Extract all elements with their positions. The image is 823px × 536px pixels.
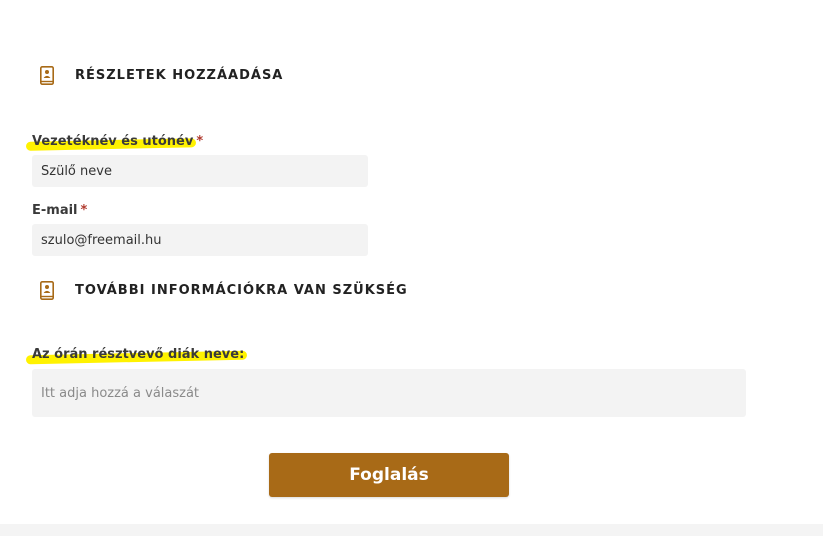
name-label-text: Vezetéknév és utónév (32, 134, 194, 149)
section-title: RÉSZLETEK HOZZÁADÁSA (75, 68, 284, 83)
required-mark: * (80, 203, 88, 218)
email-field-label: E-mail * (32, 203, 87, 218)
booking-form-page: RÉSZLETEK HOZZÁADÁSA Vezetéknév és utóné… (0, 0, 823, 536)
required-mark: * (196, 134, 204, 149)
contact-book-icon (40, 66, 54, 85)
section-title: TOVÁBBI INFORMÁCIÓKRA VAN SZÜKSÉG (75, 283, 408, 298)
student-name-input[interactable]: Itt adja hozzá a válaszát (32, 369, 746, 417)
email-input[interactable]: szulo@freemail.hu (32, 224, 368, 256)
student-label-text: Az órán résztvevő diák neve: (32, 347, 245, 362)
name-input[interactable]: Szülő neve (32, 155, 368, 187)
section-header-details: RÉSZLETEK HOZZÁADÁSA (40, 66, 283, 85)
section-header-additional-info: TOVÁBBI INFORMÁCIÓKRA VAN SZÜKSÉG (40, 281, 408, 300)
name-input-value: Szülő neve (41, 163, 112, 179)
footer-divider (0, 524, 823, 536)
student-field-label: Az órán résztvevő diák neve: (32, 347, 244, 362)
student-input-placeholder: Itt adja hozzá a válaszát (41, 385, 200, 401)
email-label-text: E-mail (32, 203, 78, 218)
contact-book-icon (40, 281, 54, 300)
booking-submit-button[interactable]: Foglalás (269, 453, 509, 497)
name-field-label: Vezetéknév és utónév * (32, 134, 203, 149)
email-input-value: szulo@freemail.hu (41, 232, 162, 248)
